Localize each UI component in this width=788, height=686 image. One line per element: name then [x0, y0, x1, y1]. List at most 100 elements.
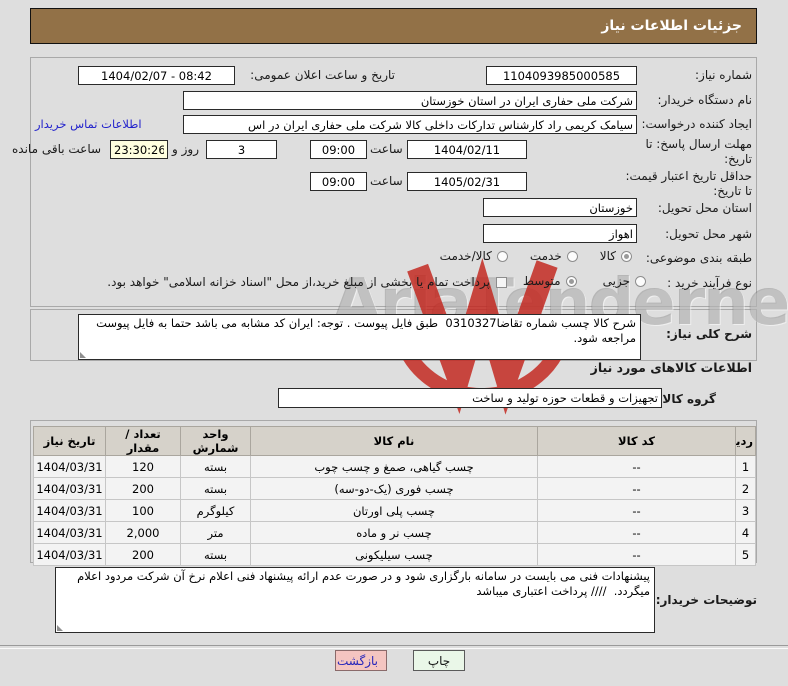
- cell-name: چسب سیلیکونی: [251, 544, 538, 566]
- cell-code: --: [538, 544, 736, 566]
- cell-row: 5: [736, 544, 756, 566]
- radio-icon[interactable]: [566, 276, 577, 287]
- need-number-label: شماره نیاز:: [695, 68, 752, 83]
- radio-icon[interactable]: [635, 276, 646, 287]
- province-label: استان محل تحویل:: [658, 201, 752, 216]
- table-header-row: ردیف کد کالا نام کالا واحد شمارش تعداد /…: [34, 427, 756, 456]
- remaining-time-label: ساعت باقی مانده: [12, 142, 101, 157]
- cell-row: 2: [736, 478, 756, 500]
- col-need-date: تاریخ نیاز: [34, 427, 106, 456]
- radio-option-minor[interactable]: جزیی: [603, 274, 646, 288]
- table-row: 4 -- چسب نر و ماده متر 2,000 1404/03/31: [34, 522, 756, 544]
- radio-label: کالا/خدمت: [440, 249, 492, 263]
- province-input[interactable]: [483, 198, 637, 217]
- cell-unit: بسته: [181, 478, 251, 500]
- validity-label-line1: حداقل تاریخ اعتبار قیمت:: [625, 169, 752, 184]
- cell-row: 3: [736, 500, 756, 522]
- radio-option-medium[interactable]: متوسط: [523, 274, 577, 288]
- cell-unit: بسته: [181, 544, 251, 566]
- validity-label: حداقل تاریخ اعتبار قیمت: تا تاریخ:: [625, 169, 752, 199]
- cell-date: 1404/03/31: [34, 544, 106, 566]
- radio-label: متوسط: [523, 274, 561, 288]
- cell-row: 4: [736, 522, 756, 544]
- deadline-hour-label: ساعت: [370, 142, 403, 157]
- col-item-code: کد کالا: [538, 427, 736, 456]
- cell-row: 1: [736, 456, 756, 478]
- need-number-input[interactable]: [486, 66, 637, 85]
- col-quantity: تعداد / مقدار: [106, 427, 181, 456]
- cell-qty: 100: [106, 500, 181, 522]
- description-label: شرح کلی نیاز:: [666, 327, 752, 342]
- process-radio-group: جزیی متوسط: [523, 274, 646, 288]
- table-row: 2 -- چسب فوری (یک-دو-سه) بسته 200 1404/0…: [34, 478, 756, 500]
- creator-label: ایجاد کننده درخواست:: [641, 117, 752, 132]
- city-label: شهر محل تحویل:: [665, 227, 752, 242]
- classification-radio-group: کالا خدمت کالا/خدمت: [440, 249, 632, 263]
- deadline-label: مهلت ارسال پاسخ: تا تاریخ:: [645, 137, 752, 167]
- cell-qty: 200: [106, 544, 181, 566]
- table-row: 1 -- چسب گیاهی، صمغ و چسب چوب بسته 120 1…: [34, 456, 756, 478]
- announce-label: تاریخ و ساعت اعلان عمومی:: [250, 68, 395, 83]
- table-row: 5 -- چسب سیلیکونی بسته 200 1404/03/31: [34, 544, 756, 566]
- cell-qty: 200: [106, 478, 181, 500]
- cell-code: --: [538, 522, 736, 544]
- buyer-org-input[interactable]: [183, 91, 637, 110]
- deadline-label-line2: تاریخ:: [645, 152, 752, 167]
- goods-section-title: اطلاعات کالاهای مورد نیاز: [591, 360, 752, 375]
- deadline-days-input[interactable]: [206, 140, 277, 159]
- resize-handle-icon[interactable]: [80, 352, 86, 358]
- page-title: جزئیات اطلاعات نیاز: [30, 8, 757, 44]
- buyer-org-label: نام دستگاه خریدار:: [658, 93, 753, 108]
- deadline-hour-input[interactable]: [310, 140, 367, 159]
- cell-name: چسب فوری (یک-دو-سه): [251, 478, 538, 500]
- col-row-number: ردیف: [736, 427, 756, 456]
- radio-label: خدمت: [530, 249, 562, 263]
- buyer-notes-label: توضیحات خریدار:: [656, 593, 757, 608]
- buyer-contact-link[interactable]: اطلاعات تماس خریدار: [35, 117, 142, 131]
- col-unit: واحد شمارش: [181, 427, 251, 456]
- cell-code: --: [538, 500, 736, 522]
- treasury-label: پرداخت تمام یا بخشی از مبلغ خرید،از محل …: [107, 275, 490, 289]
- radio-icon[interactable]: [567, 251, 578, 262]
- validity-hour-label: ساعت: [370, 174, 403, 189]
- buyer-notes-textarea[interactable]: پیشنهادات فنی می بایست در سامانه بارگزار…: [55, 567, 655, 633]
- validity-hour-input[interactable]: [310, 172, 367, 191]
- description-textarea[interactable]: شرح کالا چسب شماره تقاضا0310327 طبق فایل…: [78, 314, 641, 360]
- treasury-checkbox-row: پرداخت تمام یا بخشی از مبلغ خرید،از محل …: [107, 275, 507, 289]
- treasury-checkbox[interactable]: [496, 277, 507, 288]
- back-button[interactable]: بازگشت: [335, 650, 387, 671]
- cell-date: 1404/03/31: [34, 522, 106, 544]
- cell-unit: کیلوگرم: [181, 500, 251, 522]
- classification-label: طبقه بندی موضوعی:: [646, 251, 752, 266]
- page: جزئیات اطلاعات نیاز AriaTenderneT شماره …: [0, 0, 788, 686]
- cell-qty: 2,000: [106, 522, 181, 544]
- cell-date: 1404/03/31: [34, 500, 106, 522]
- radio-label: جزیی: [603, 274, 630, 288]
- remaining-time-input[interactable]: [110, 140, 168, 159]
- print-button[interactable]: چاپ: [413, 650, 465, 671]
- radio-option-goods-service[interactable]: کالا/خدمت: [440, 249, 508, 263]
- announce-datetime-input[interactable]: [78, 66, 235, 85]
- validity-date-input[interactable]: [407, 172, 527, 191]
- cell-code: --: [538, 456, 736, 478]
- radio-icon[interactable]: [497, 251, 508, 262]
- goods-table: ردیف کد کالا نام کالا واحد شمارش تعداد /…: [33, 426, 756, 566]
- cell-code: --: [538, 478, 736, 500]
- radio-option-goods[interactable]: کالا: [600, 249, 632, 263]
- col-item-name: نام کالا: [251, 427, 538, 456]
- cell-qty: 120: [106, 456, 181, 478]
- deadline-days-label: روز و: [172, 142, 199, 157]
- goods-group-input[interactable]: [278, 388, 662, 408]
- radio-icon[interactable]: [621, 251, 632, 262]
- deadline-date-input[interactable]: [407, 140, 527, 159]
- radio-option-service[interactable]: خدمت: [530, 249, 578, 263]
- cell-name: چسب گیاهی، صمغ و چسب چوب: [251, 456, 538, 478]
- cell-name: چسب پلی اورتان: [251, 500, 538, 522]
- table-row: 3 -- چسب پلی اورتان کیلوگرم 100 1404/03/…: [34, 500, 756, 522]
- creator-input[interactable]: [183, 115, 637, 134]
- city-input[interactable]: [483, 224, 637, 243]
- process-type-label: نوع فرآیند خرید :: [667, 276, 752, 291]
- goods-group-label: گروه کالا:: [658, 392, 716, 407]
- resize-handle-icon[interactable]: [57, 625, 63, 631]
- cell-name: چسب نر و ماده: [251, 522, 538, 544]
